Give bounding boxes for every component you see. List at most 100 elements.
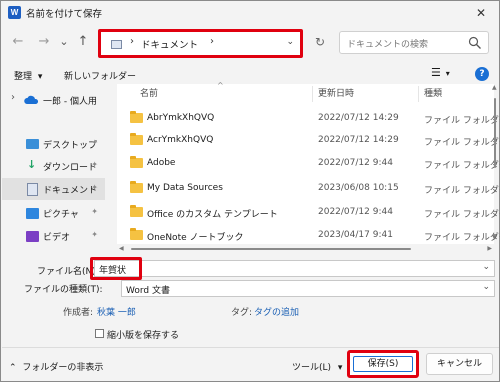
table-row[interactable]: OneNote ノートブック 2023/04/17 9:41 ファイル フォルダ… [117, 224, 500, 246]
view-chevron-icon: ▾ [445, 69, 450, 78]
horizontal-scrollbar[interactable]: ◀ ▶ [117, 245, 494, 253]
file-name: Office のカスタム テンプレート [147, 210, 278, 220]
sidebar-item-downloads[interactable]: ↓ ダウンロード ✦ [2, 155, 105, 177]
refresh-icon[interactable]: ↻ [312, 34, 328, 50]
tools-menu[interactable]: ツール(L) ▾ [292, 360, 342, 373]
address-path[interactable]: ドキュメント [141, 37, 198, 51]
sidebar-item-desktop[interactable]: デスクトップ ✦ [2, 133, 105, 155]
tags-field[interactable]: タグの追加 [254, 305, 299, 318]
table-row[interactable]: AbrYmkXhQVQ 2022/07/12 14:29 ファイル フォルダー [117, 107, 500, 129]
recent-locations-button[interactable]: ⌄ [55, 33, 73, 51]
table-row[interactable]: Adobe 2022/07/12 9:44 ファイル フォルダー [117, 152, 500, 174]
sidebar-item-onedrive[interactable]: › 一郎 - 個人用 [2, 89, 105, 111]
pin-icon: ✦ [91, 230, 98, 239]
file-type: ファイル フォルダー [424, 186, 500, 196]
filetype-dropdown-icon[interactable]: ⌄ [482, 282, 490, 292]
folder-icon [130, 111, 143, 123]
sort-indicator-icon: ^ [217, 81, 224, 90]
column-header-name[interactable]: 名前 [140, 84, 158, 104]
up-button[interactable]: ↑ [74, 33, 92, 51]
file-date: 2022/07/12 14:29 [318, 135, 399, 145]
save-thumbnail-checkbox[interactable] [95, 329, 104, 338]
file-type: ファイル フォルダー [424, 116, 500, 126]
scroll-left-icon[interactable]: ◀ [119, 245, 124, 252]
navigation-pane: › 一郎 - 個人用 デスクトップ ✦ ↓ ダウンロード ✦ ドキュメント ✦ … [2, 84, 105, 252]
address-bar[interactable]: › ドキュメント › ⌄ [98, 29, 303, 58]
pin-icon: ✦ [91, 207, 98, 216]
scroll-right-icon[interactable]: ▶ [487, 245, 492, 252]
window-title: 名前を付けて保存 [26, 9, 103, 20]
filename-highlight-box [90, 257, 142, 280]
file-type: ファイル フォルダー [424, 233, 500, 243]
save-button[interactable]: 保存(S) [353, 356, 413, 372]
column-header-date[interactable]: 更新日時 [318, 84, 354, 104]
file-date: 2023/06/08 10:15 [318, 183, 399, 193]
hide-folders-button[interactable]: ⌃ フォルダーの非表示 [9, 360, 103, 373]
title-bar: W 名前を付けて保存 ✕ [1, 1, 499, 25]
sidebar-item-label: デスクトップ [43, 141, 98, 151]
sidebar-item-videos[interactable]: ビデオ ✦ [2, 225, 105, 247]
file-date: 2022/07/12 9:44 [318, 158, 393, 168]
scrollbar-thumb[interactable] [131, 248, 411, 250]
pin-icon: ✦ [91, 138, 98, 147]
column-divider[interactable] [312, 86, 313, 102]
table-row[interactable]: AcrYmkXhQVQ 2022/07/12 14:29 ファイル フォルダー [117, 129, 500, 151]
file-name: AbrYmkXhQVQ [147, 113, 215, 123]
search-icon[interactable] [467, 35, 483, 51]
author-field[interactable]: 秋葉 一郎 [97, 305, 136, 318]
collapse-chevron-icon: ⌃ [9, 363, 17, 373]
scroll-down-icon[interactable]: ▼ [492, 234, 497, 241]
column-divider[interactable] [418, 86, 419, 102]
tools-chevron-icon: ▾ [337, 363, 343, 373]
folder-icon [130, 205, 143, 217]
save-as-dialog: W 名前を付けて保存 ✕ ← → ⌄ ↑ › ドキュメント › ⌄ ↻ ドキュメ… [0, 0, 500, 382]
save-button-highlight: 保存(S) [347, 350, 419, 378]
file-name: OneNote ノートブック [147, 233, 244, 243]
sidebar-item-label: ドキュメント [43, 186, 98, 196]
address-separator-end[interactable]: › [210, 36, 214, 47]
organize-chevron-icon: ▾ [37, 72, 43, 82]
list-view-icon: ☰ [431, 66, 441, 79]
organize-label: 整理 [14, 72, 33, 82]
folder-icon [130, 181, 143, 193]
file-name: My Data Sources [147, 183, 223, 193]
help-icon[interactable]: ? [475, 67, 489, 81]
sidebar-item-label: ビデオ [43, 233, 71, 243]
pin-icon: ✦ [91, 183, 98, 192]
filename-field[interactable]: 年賀状 ⌄ [94, 260, 495, 277]
filetype-select[interactable]: Word 文書 ⌄ [121, 280, 495, 297]
expand-chevron-icon[interactable]: › [11, 92, 15, 103]
cancel-button[interactable]: キャンセル [426, 353, 493, 375]
search-input[interactable]: ドキュメントの検索 [339, 31, 489, 54]
download-icon: ↓ [27, 158, 37, 171]
new-folder-button[interactable]: 新しいフォルダー [64, 69, 136, 82]
tags-label: タグ: [231, 308, 253, 318]
folder-location-icon [111, 40, 122, 49]
filename-dropdown-icon[interactable]: ⌄ [482, 262, 490, 272]
scroll-up-icon[interactable]: ▲ [492, 84, 497, 91]
desktop-icon [26, 139, 39, 149]
column-header-type[interactable]: 種類 [424, 84, 442, 104]
scrollbar-thumb[interactable] [494, 98, 496, 168]
hide-folders-label: フォルダーの非表示 [22, 363, 104, 373]
file-type: ファイル フォルダー [424, 210, 500, 220]
organize-menu[interactable]: 整理 ▾ [14, 69, 42, 82]
back-button[interactable]: ← [9, 33, 27, 51]
filetype-value: Word 文書 [126, 286, 170, 296]
save-thumbnail-label[interactable]: 縮小版を保存する [107, 328, 179, 341]
table-row[interactable]: Office のカスタム テンプレート 2022/07/12 9:44 ファイル… [117, 201, 500, 223]
folder-icon [130, 156, 143, 168]
folder-icon [130, 228, 143, 240]
author-label: 作成者: [63, 308, 94, 318]
close-icon[interactable]: ✕ [467, 2, 495, 24]
sidebar-item-documents[interactable]: ドキュメント ✦ [2, 178, 105, 200]
sidebar-item-pictures[interactable]: ピクチャ ✦ [2, 202, 105, 224]
file-type: ファイル フォルダー [424, 138, 500, 148]
forward-button[interactable]: → [35, 33, 53, 51]
table-row[interactable]: My Data Sources 2023/06/08 10:15 ファイル フォ… [117, 177, 500, 199]
address-dropdown-icon[interactable]: ⌄ [286, 37, 294, 47]
view-options-button[interactable]: ☰ ▾ [431, 66, 459, 82]
cloud-icon [24, 95, 39, 104]
file-date: 2022/07/12 14:29 [318, 113, 399, 123]
vertical-scrollbar[interactable]: ▲ ▼ [491, 84, 499, 244]
